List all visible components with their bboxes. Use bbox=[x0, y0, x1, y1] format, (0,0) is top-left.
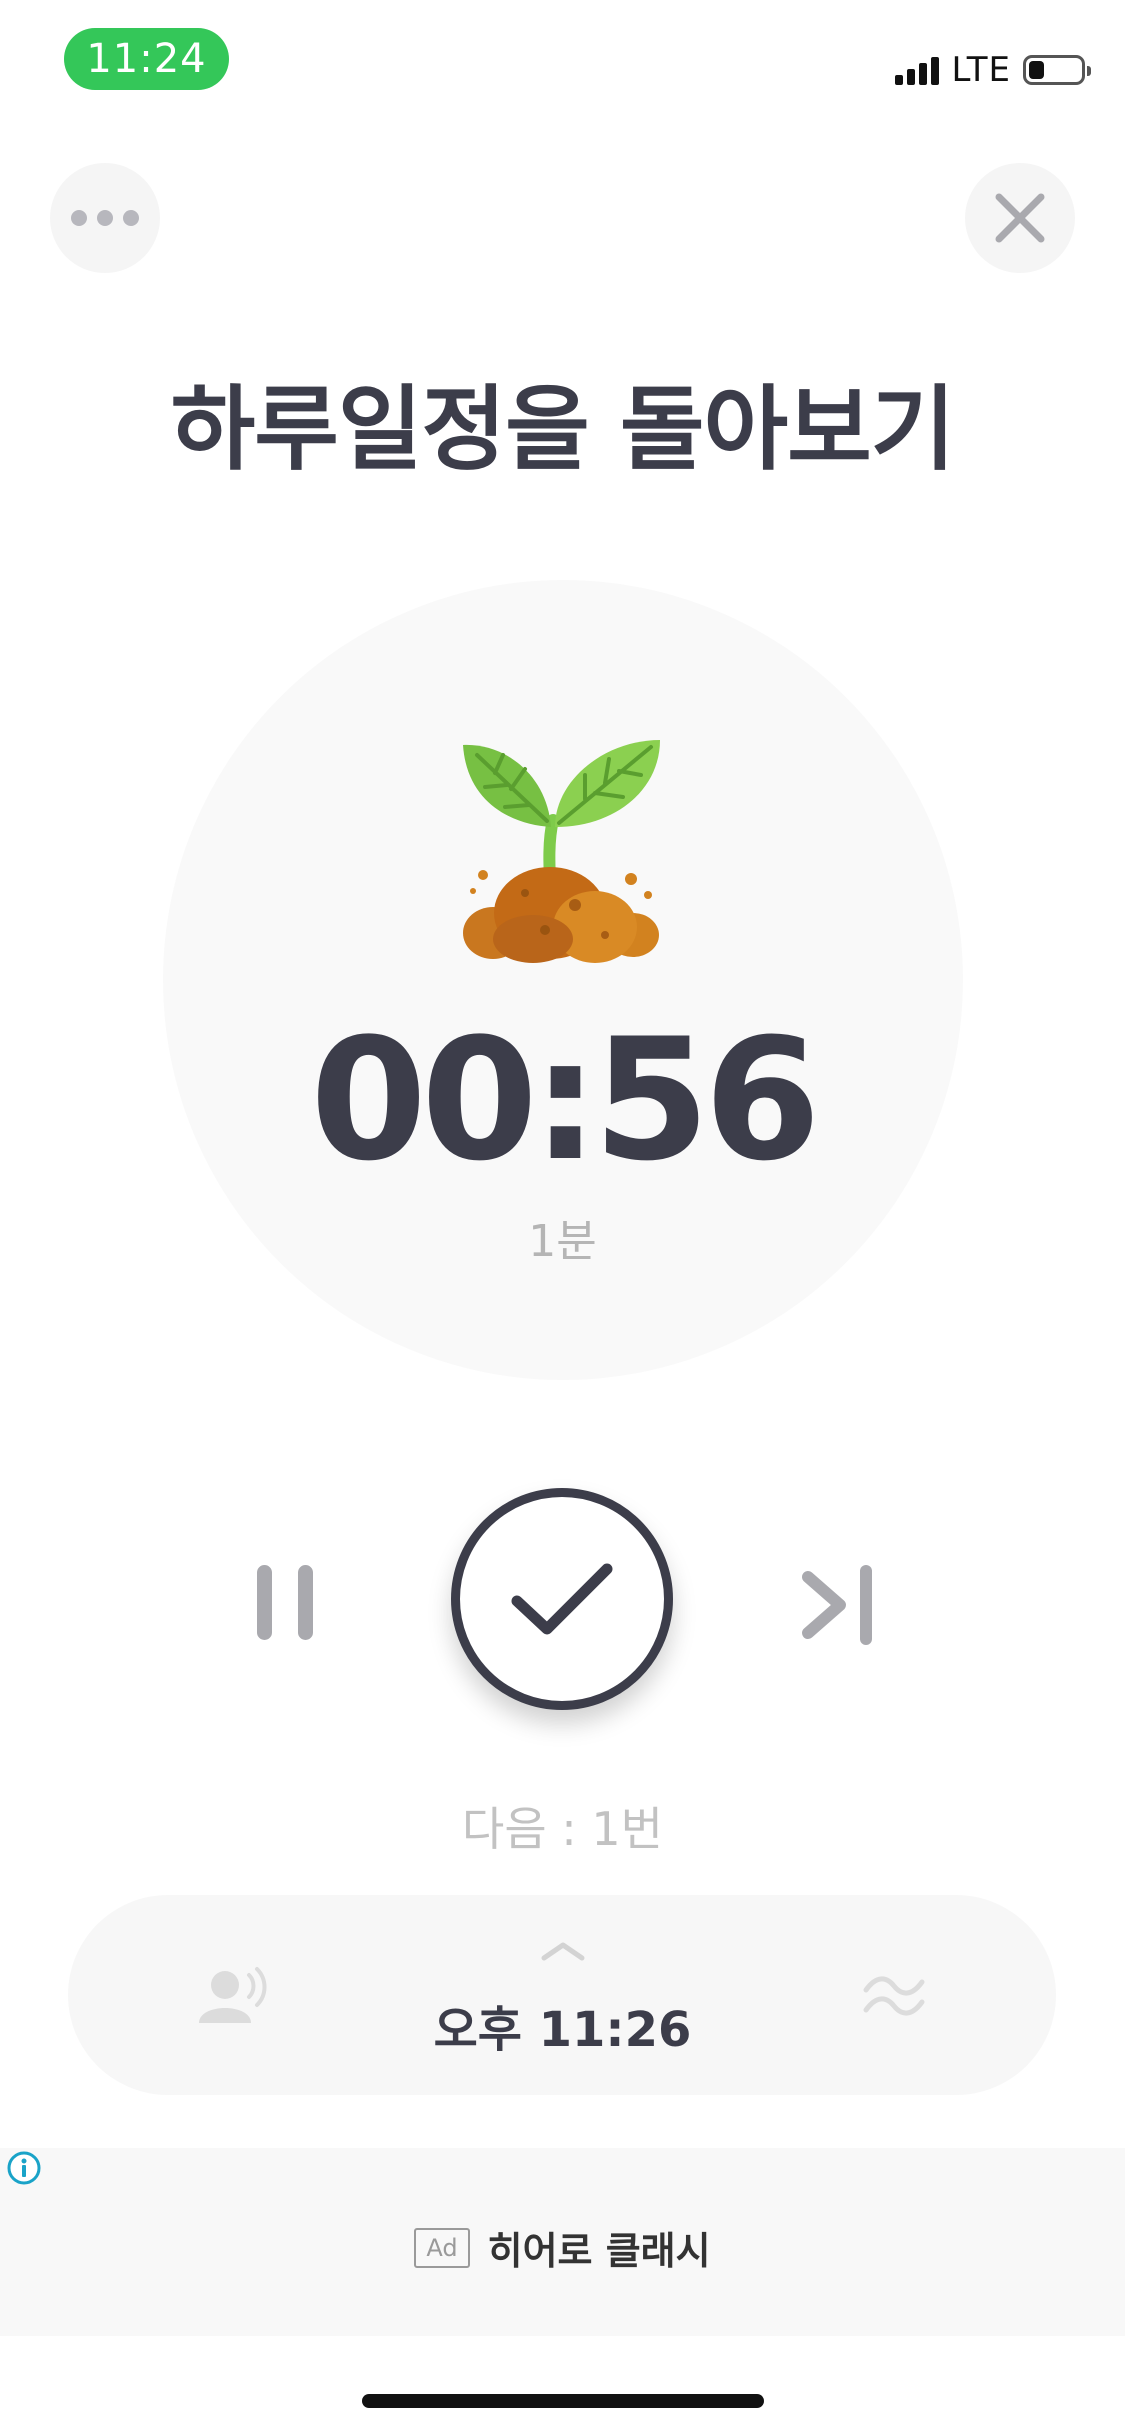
ad-content[interactable]: Ad 히어로 클래시 bbox=[0, 2220, 1125, 2275]
ad-badge: Ad bbox=[414, 2227, 470, 2268]
close-icon bbox=[995, 193, 1045, 243]
status-time: 11:24 bbox=[64, 28, 229, 90]
next-step-label: 다음 : 1번 bbox=[462, 1802, 663, 1856]
pause-button[interactable] bbox=[250, 1565, 320, 1645]
sprout-icon bbox=[463, 740, 660, 963]
end-time-label: 오후 11:26 bbox=[433, 2002, 692, 2058]
battery-icon bbox=[1023, 55, 1091, 85]
signal-icon bbox=[895, 55, 940, 85]
network-label: LTE bbox=[951, 50, 1011, 90]
pause-icon bbox=[257, 1565, 313, 1645]
info-icon[interactable] bbox=[6, 2150, 42, 2186]
status-indicators: LTE bbox=[895, 50, 1091, 90]
duration-label: 1분 bbox=[528, 1216, 597, 1267]
more-dots-icon bbox=[71, 210, 139, 226]
home-indicator[interactable] bbox=[362, 2394, 764, 2408]
skip-next-button[interactable] bbox=[800, 1565, 880, 1645]
wave-icon[interactable] bbox=[862, 1970, 926, 2020]
chevron-up-icon[interactable] bbox=[540, 1940, 586, 1962]
battery-fill bbox=[1029, 61, 1044, 79]
skip-next-icon bbox=[802, 1565, 872, 1645]
page-title: 하루일정을 돌아보기 bbox=[170, 376, 956, 483]
close-button[interactable] bbox=[965, 163, 1075, 273]
complete-button[interactable] bbox=[451, 1488, 673, 1710]
timer-remaining: 00:56 bbox=[310, 1002, 821, 1198]
ad-title: 히어로 클래시 bbox=[487, 2229, 711, 2273]
checkmark-icon bbox=[511, 1563, 613, 1635]
more-button[interactable] bbox=[50, 163, 160, 273]
